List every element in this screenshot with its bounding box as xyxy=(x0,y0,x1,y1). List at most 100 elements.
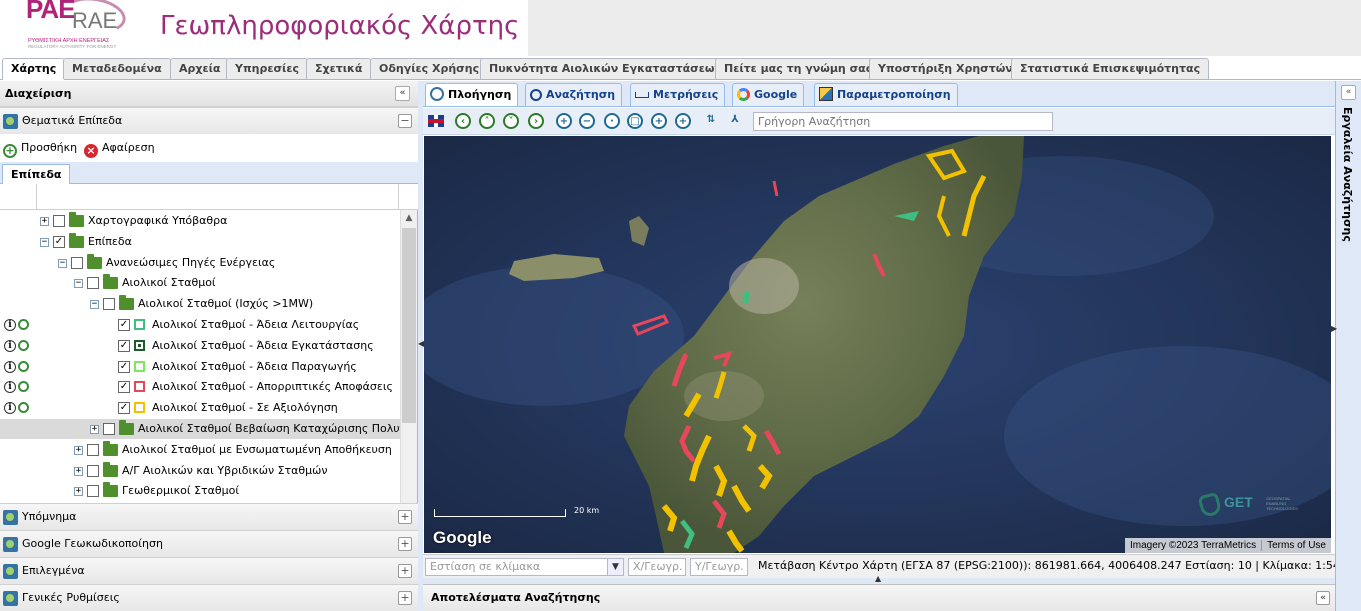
layer-checkbox[interactable]: ✓ xyxy=(118,339,130,352)
tab-feedback[interactable]: Πείτε μας τη γνώμη σας xyxy=(715,58,882,79)
expand-icon[interactable]: + xyxy=(40,217,49,226)
expand-selected-button[interactable]: + xyxy=(398,564,412,578)
zoom-extent-icon[interactable]: □ xyxy=(627,113,643,129)
map-viewport[interactable]: 20 km Google GET GEOSPATIAL ENABLING TEC… xyxy=(424,136,1331,553)
splitter-up-icon[interactable]: ▲ xyxy=(875,574,881,583)
rae-logo[interactable]: PAE RAE ΡΥΘΜΙΣΤΙΚΗ ΑΡΧΗ ΕΝΕΡΓΕΙΑΣ REGULA… xyxy=(24,0,129,50)
layer-checkbox[interactable] xyxy=(87,443,99,456)
expand-geocoding-button[interactable]: + xyxy=(398,537,412,551)
forward-arrow-icon[interactable]: › xyxy=(528,113,544,129)
collapse-icon[interactable]: − xyxy=(58,258,67,268)
down-arrow-icon[interactable]: ˅ xyxy=(503,113,519,129)
tab-map[interactable]: Χάρτης xyxy=(2,58,66,80)
collapse-icon[interactable]: − xyxy=(74,279,83,289)
tab-services[interactable]: Υπηρεσίες xyxy=(226,58,308,79)
y-coordinate-input[interactable]: Y/Γεωγρ. xyxy=(690,558,748,576)
google-geocoding-accordion[interactable]: Google Γεωκωδικοποίηση + xyxy=(0,530,418,557)
legend-accordion[interactable]: Υπόμνημα + xyxy=(0,503,418,530)
layer-tree-row[interactable]: − Αιολικοί Σταθμοί (Ισχύς >1MW) xyxy=(0,294,400,314)
layer-tree-row[interactable]: i ✓ Αιολικοί Σταθμοί - Άδεια Λειτουργίας xyxy=(0,315,400,335)
search-results-panel-header[interactable]: Αποτελέσματα Αναζήτησης « xyxy=(423,584,1335,611)
identify-icon[interactable]: ⅄ xyxy=(727,113,743,129)
collapse-icon[interactable]: − xyxy=(90,300,99,310)
info-icon[interactable]: i xyxy=(4,319,16,331)
scrollbar-thumb[interactable] xyxy=(402,228,416,423)
layer-checkbox[interactable] xyxy=(87,464,99,477)
remove-layer-button[interactable]: × Αφαίρεση xyxy=(84,140,155,158)
layer-tree-row[interactable]: + Αιολικοί Σταθμοί Βεβαίωση Καταχώρισης Π… xyxy=(0,419,400,439)
terms-of-use-link[interactable]: Terms of Use xyxy=(1261,540,1331,551)
tab-navigation[interactable]: Πλοήγηση xyxy=(425,83,519,106)
layer-tree-row[interactable]: − Ανανεώσιμες Πηγές Ενέργειας xyxy=(0,253,400,273)
layer-checkbox[interactable] xyxy=(87,485,99,498)
tab-visit-statistics[interactable]: Στατιστικά Επισκεψιμότητας xyxy=(1011,58,1210,79)
collapse-icon[interactable]: − xyxy=(40,237,49,247)
layer-tree-row[interactable]: − Αιολικοί Σταθμοί xyxy=(0,273,400,293)
tab-files[interactable]: Αρχεία xyxy=(170,58,230,79)
tab-parameterization[interactable]: Παραμετροποίηση xyxy=(814,83,958,106)
zoom-to-layer-icon[interactable] xyxy=(18,360,29,372)
selected-accordion[interactable]: Επιλεγμένα + xyxy=(0,557,418,584)
tab-wind-density[interactable]: Πυκνότητα Αιολικών Εγκαταστάσεων xyxy=(480,58,731,79)
expand-icon[interactable]: + xyxy=(74,487,83,497)
info-icon[interactable]: i xyxy=(4,381,16,394)
layer-tree-row[interactable]: − ✓ Επίπεδα xyxy=(0,232,400,252)
scroll-up-arrow-icon[interactable]: ▲ xyxy=(401,210,417,226)
layer-tree-row[interactable]: i ✓ Αιολικοί Σταθμοί - Άδεια Εγκατάστασης xyxy=(0,336,400,356)
layer-checkbox[interactable]: ✓ xyxy=(118,402,130,415)
go-to-button[interactable]: Μετάβαση xyxy=(758,559,816,572)
tab-metadata[interactable]: Μεταδεδομένα xyxy=(63,58,171,79)
info-icon[interactable]: i xyxy=(4,360,16,373)
add-layer-button[interactable]: + Προσθήκη xyxy=(3,140,77,158)
expand-results-button[interactable]: « xyxy=(1316,591,1330,605)
expand-icon[interactable]: + xyxy=(90,425,99,434)
zoom-to-layer-icon[interactable] xyxy=(18,381,29,393)
zoom-to-layer-icon[interactable] xyxy=(18,402,29,414)
layer-checkbox[interactable] xyxy=(103,298,115,311)
layer-tree-row[interactable]: + Αιολικοί Σταθμοί με Ενσωματωμένη Αποθήκ… xyxy=(0,440,400,460)
general-settings-accordion[interactable]: Γενικές Ρυθμίσεις + xyxy=(0,584,418,611)
x-coordinate-input[interactable]: X/Γεωγρ. xyxy=(628,558,686,576)
thematic-layers-header[interactable]: Θεματικά Επίπεδα − xyxy=(0,107,418,134)
zoom-next-icon[interactable]: + xyxy=(675,113,691,129)
expand-search-tools-button[interactable]: « xyxy=(1341,85,1356,100)
english-flag-icon[interactable] xyxy=(428,115,444,127)
expand-legend-button[interactable]: + xyxy=(398,510,412,524)
tab-search[interactable]: Αναζήτηση xyxy=(525,83,623,106)
layer-tree-row[interactable]: + Γεωθερμικοί Σταθμοί xyxy=(0,481,400,501)
expand-icon[interactable]: + xyxy=(74,445,83,455)
up-arrow-icon[interactable]: ˄ xyxy=(479,113,495,129)
expand-settings-button[interactable]: + xyxy=(398,591,412,605)
zoom-box-icon[interactable]: · xyxy=(604,113,620,129)
layer-checkbox[interactable] xyxy=(103,423,115,435)
layer-checkbox[interactable]: ✓ xyxy=(118,381,130,394)
search-tools-panel[interactable]: « Εργαλεία Αναζήτησης ▶ xyxy=(1331,81,1361,611)
layer-tree-row[interactable]: i ✓ Αιολικοί Σταθμοί - Σε Αξιολόγηση xyxy=(0,398,400,418)
layer-checkbox[interactable] xyxy=(53,215,65,227)
zoom-to-layer-icon[interactable] xyxy=(18,319,29,330)
collapse-left-panel-button[interactable]: « xyxy=(395,86,410,101)
scale-zoom-select[interactable]: Εστίαση σε κλίμακα ▼ xyxy=(425,558,624,576)
tab-user-guide[interactable]: Οδηγίες Χρήσης xyxy=(370,58,489,79)
layer-tree-row[interactable]: + Α/Γ Αιολικών και Υβριδικών Σταθμών xyxy=(0,461,400,481)
tab-google[interactable]: Google xyxy=(732,83,805,106)
chevron-down-icon[interactable]: ▼ xyxy=(607,559,623,575)
tab-layers[interactable]: Επίπεδα xyxy=(2,164,71,184)
layer-checkbox[interactable]: ✓ xyxy=(118,360,130,373)
zoom-to-layer-icon[interactable] xyxy=(18,339,29,351)
zoom-previous-icon[interactable]: + xyxy=(651,113,667,129)
pan-icon[interactable]: ⇅ xyxy=(703,113,719,129)
layer-checkbox[interactable] xyxy=(71,256,83,269)
info-icon[interactable]: i xyxy=(4,339,16,352)
layer-checkbox[interactable]: ✓ xyxy=(53,235,65,248)
zoom-in-icon[interactable]: + xyxy=(556,113,572,129)
zoom-out-icon[interactable]: − xyxy=(579,113,595,129)
expand-icon[interactable]: + xyxy=(74,466,83,476)
layer-tree-row[interactable]: i ✓ Αιολικοί Σταθμοί - Άδεια Παραγωγής xyxy=(0,357,400,377)
quick-search-input[interactable] xyxy=(753,112,1053,131)
thematic-layers-collapse-button[interactable]: − xyxy=(398,114,412,128)
layer-checkbox[interactable]: ✓ xyxy=(118,319,130,331)
back-arrow-icon[interactable]: ‹ xyxy=(455,113,471,129)
tab-about[interactable]: Σχετικά xyxy=(306,58,372,79)
tab-measurements[interactable]: Μετρήσεις xyxy=(630,83,726,106)
